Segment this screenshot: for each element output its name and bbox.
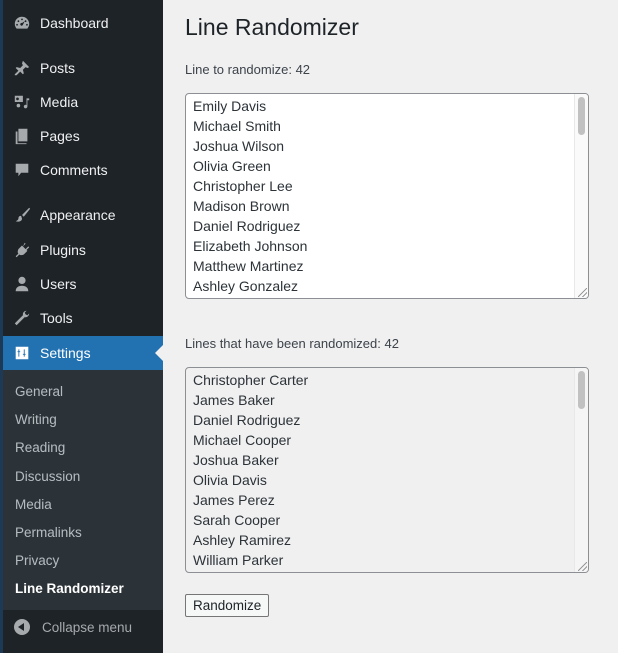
- user-icon: [12, 274, 32, 294]
- submenu-item-discussion[interactable]: Discussion: [15, 463, 80, 489]
- menu-label: Dashboard: [40, 15, 109, 31]
- menu-label: Tools: [40, 310, 73, 326]
- textarea-line: Christopher Lee: [193, 178, 293, 194]
- menu-item-appearance[interactable]: Appearance: [3, 198, 163, 232]
- menu-item-users[interactable]: Users: [3, 267, 163, 301]
- textarea-content: Emily Davis Michael Smith Joshua Wilson Oli…: [186, 94, 588, 296]
- settings-submenu: General Writing Reading Discussion Media…: [3, 370, 163, 610]
- collapse-menu-label: Collapse menu: [42, 619, 133, 635]
- paintbrush-icon: [12, 205, 32, 225]
- textarea-line: Ashley Gonzalez: [193, 278, 299, 294]
- textarea-line: William Parker: [193, 552, 284, 568]
- input-count-label: Line to randomize: 42: [185, 62, 311, 77]
- menu-item-plugins[interactable]: Plugins: [3, 233, 163, 267]
- menu-label: Comments: [40, 162, 108, 178]
- menu-item-tools[interactable]: Tools: [3, 301, 163, 335]
- submenu-item-media[interactable]: Media: [15, 491, 52, 517]
- menu-label: Plugins: [40, 242, 86, 258]
- collapse-arrow-icon: [14, 619, 30, 635]
- textarea-line: Joshua Baker: [193, 452, 279, 468]
- textarea-line: Matthew Martinez: [193, 258, 304, 274]
- menu-label: Users: [40, 276, 77, 292]
- menu-label: Appearance: [40, 207, 116, 223]
- menu-label: Media: [40, 94, 79, 110]
- textarea-scrollbar[interactable]: [574, 94, 588, 298]
- output-count-label: Lines that have been randomized: 42: [185, 336, 399, 351]
- menu-label: Settings: [40, 345, 91, 361]
- textarea-line: Daniel Rodriguez: [193, 218, 301, 234]
- settings-sliders-icon: [12, 343, 32, 363]
- menu-item-posts[interactable]: Posts: [3, 51, 163, 85]
- textarea-line: Daniel Rodriguez: [193, 412, 301, 428]
- textarea-line: Olivia Davis: [193, 472, 267, 488]
- dashboard-icon: [12, 13, 32, 33]
- textarea-line: Ashley Ramirez: [193, 532, 292, 548]
- menu-item-pages[interactable]: Pages: [3, 119, 163, 153]
- wrench-icon: [12, 308, 32, 328]
- admin-sidebar: Dashboard Posts Media Pages Comments App…: [0, 0, 163, 653]
- menu-item-dashboard[interactable]: Dashboard: [3, 6, 163, 40]
- resize-handle[interactable]: [578, 288, 587, 297]
- submenu-item-privacy[interactable]: Privacy: [15, 547, 59, 573]
- pushpin-icon: [12, 58, 32, 78]
- plugin-icon: [12, 240, 32, 260]
- textarea-line: Olivia Green: [193, 158, 271, 174]
- menu-item-comments[interactable]: Comments: [3, 153, 163, 187]
- submenu-item-reading[interactable]: Reading: [15, 434, 65, 460]
- textarea-line: Elizabeth Johnson: [193, 238, 308, 254]
- submenu-item-permalinks[interactable]: Permalinks: [15, 519, 82, 545]
- textarea-line: James Baker: [193, 392, 275, 408]
- textarea-line: Michael Cooper: [193, 432, 292, 448]
- textarea-line: Christopher Carter: [193, 372, 309, 388]
- textarea-line: Emily Davis: [193, 98, 267, 114]
- textarea-line: Michael Smith: [193, 118, 281, 134]
- media-icon: [12, 92, 32, 112]
- menu-label: Posts: [40, 60, 76, 76]
- submenu-item-writing[interactable]: Writing: [15, 406, 57, 432]
- comment-icon: [12, 160, 32, 180]
- textarea-line: Joshua Wilson: [193, 138, 285, 154]
- randomized-output-textarea[interactable]: Christopher Carter James Baker Daniel Rodr…: [185, 367, 589, 573]
- scrollbar-thumb[interactable]: [578, 371, 585, 409]
- current-menu-arrow: [155, 345, 163, 361]
- textarea-line: Sarah Cooper: [193, 512, 281, 528]
- lines-input-textarea[interactable]: Emily Davis Michael Smith Joshua Wilson Oli…: [185, 93, 589, 299]
- pages-icon: [12, 126, 32, 146]
- page-title: Line Randomizer: [185, 14, 359, 40]
- submenu-item-general[interactable]: General: [15, 378, 63, 404]
- submenu-item-line-randomizer[interactable]: Line Randomizer: [15, 575, 124, 601]
- collapse-menu-button[interactable]: Collapse menu: [3, 612, 163, 642]
- textarea-line: Madison Brown: [193, 198, 290, 214]
- textarea-content: Christopher Carter James Baker Daniel Rodr…: [186, 368, 588, 570]
- textarea-line: James Perez: [193, 492, 275, 508]
- scrollbar-thumb[interactable]: [578, 97, 585, 135]
- textarea-scrollbar[interactable]: [574, 368, 588, 572]
- menu-label: Pages: [40, 128, 80, 144]
- randomize-button[interactable]: Randomize: [185, 594, 270, 617]
- resize-handle[interactable]: [578, 562, 587, 571]
- menu-item-settings[interactable]: Settings: [3, 336, 163, 370]
- menu-item-media[interactable]: Media: [3, 85, 163, 119]
